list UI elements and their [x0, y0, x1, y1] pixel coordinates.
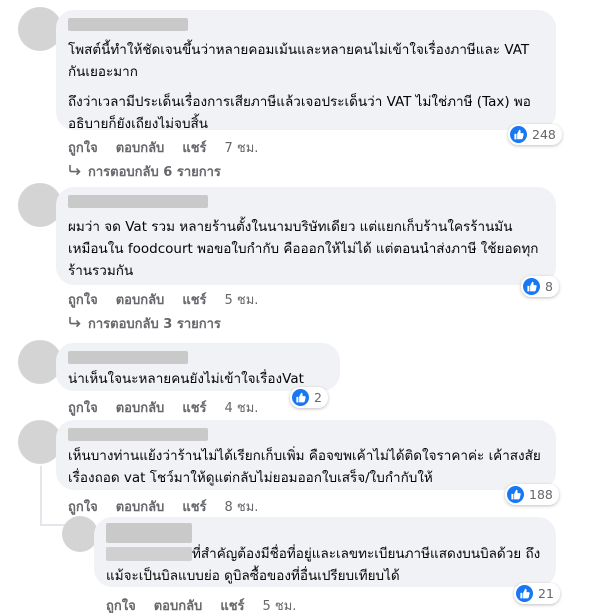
reaction-number: 188: [529, 487, 553, 502]
replies-count-label: การตอบกลับ 3 รายการ: [88, 317, 221, 332]
comment-text: โพสต์นี้ทำให้ชัดเจนขึ้นว่าหลายคอมเม้นและ…: [68, 42, 530, 80]
reaction-count[interactable]: 8: [521, 276, 559, 297]
reaction-count[interactable]: 248: [508, 124, 562, 145]
redacted-author-name[interactable]: [68, 428, 208, 441]
timestamp[interactable]: 7 ชม.: [225, 137, 259, 158]
view-replies-link[interactable]: การตอบกลับ 3 รายการ: [68, 313, 221, 334]
reaction-count[interactable]: 2: [290, 387, 328, 408]
like-button[interactable]: ถูกใจ: [68, 397, 98, 418]
like-thumb-icon: [516, 585, 533, 602]
reaction-count[interactable]: 21: [514, 583, 560, 604]
comment-text: เห็นบางท่านแย้งว่าร้านไม่ได้เรียกเก็บเพิ…: [68, 448, 541, 486]
like-button[interactable]: ถูกใจ: [68, 496, 98, 517]
reply-button[interactable]: ตอบกลับ: [116, 397, 165, 418]
comment-text: ผมว่า จด Vat รวม หลายร้านตั้งในนามบริษัท…: [68, 219, 539, 279]
reaction-count[interactable]: 188: [505, 484, 559, 505]
comment-bubble: ที่สำคัญต้องมีชื่อที่อยู่และเลขทะเบียนภา…: [94, 517, 556, 587]
comment-text: ที่สำคัญต้องมีชื่อที่อยู่และเลขทะเบียนภา…: [106, 546, 541, 584]
comment-text: ถึงว่าเวลามีประเด็นเรื่องการเสียภาษีแล้ว…: [68, 94, 531, 132]
share-button[interactable]: แชร์: [182, 289, 206, 310]
reply-arrow-icon: [68, 164, 82, 180]
share-button[interactable]: แชร์: [182, 496, 206, 517]
comment-text: น่าเห็นใจนะหลายคนยังไม่เข้าใจเรื่องVat: [68, 371, 304, 387]
redacted-author-name[interactable]: [106, 523, 192, 543]
comment-actions: ถูกใจ ตอบกลับ แชร์ 7 ชม.: [68, 137, 258, 158]
like-button[interactable]: ถูกใจ: [68, 137, 98, 158]
share-button[interactable]: แชร์: [182, 397, 206, 418]
avatar[interactable]: [62, 516, 98, 552]
redacted-author-name[interactable]: [68, 351, 188, 364]
redacted-author-name[interactable]: [68, 195, 208, 208]
reply-button[interactable]: ตอบกลับ: [116, 496, 165, 517]
share-button[interactable]: แชร์: [220, 595, 244, 613]
reply-arrow-icon: [68, 316, 82, 332]
reaction-number: 248: [532, 127, 556, 142]
reply-button[interactable]: ตอบกลับ: [116, 137, 165, 158]
comment-actions: ถูกใจ ตอบกลับ แชร์ 4 ชม.: [68, 397, 258, 418]
like-thumb-icon: [523, 278, 540, 295]
like-thumb-icon: [292, 389, 309, 406]
comment-bubble: โพสต์นี้ทำให้ชัดเจนขึ้นว่าหลายคอมเม้นและ…: [56, 10, 556, 132]
share-button[interactable]: แชร์: [182, 137, 206, 158]
reply-button[interactable]: ตอบกลับ: [116, 289, 165, 310]
redacted-author-name[interactable]: [68, 18, 188, 31]
comment-bubble: ผมว่า จด Vat รวม หลายร้านตั้งในนามบริษัท…: [56, 187, 556, 285]
reaction-number: 8: [545, 279, 553, 294]
comment-actions: ถูกใจ ตอบกลับ แชร์ 5 ชม.: [68, 289, 258, 310]
reaction-number: 2: [314, 390, 322, 405]
timestamp[interactable]: 4 ชม.: [225, 397, 259, 418]
like-button[interactable]: ถูกใจ: [106, 595, 136, 613]
comment-actions: ถูกใจ ตอบกลับ แชร์ 8 ชม.: [68, 496, 258, 517]
timestamp[interactable]: 8 ชม.: [225, 496, 259, 517]
timestamp[interactable]: 5 ชม.: [263, 595, 297, 613]
view-replies-link[interactable]: การตอบกลับ 6 รายการ: [68, 161, 221, 182]
comment-actions: ถูกใจ ตอบกลับ แชร์ 5 ชม.: [106, 595, 296, 613]
like-thumb-icon: [507, 486, 524, 503]
comment-bubble: เห็นบางท่านแย้งว่าร้านไม่ได้เรียกเก็บเพิ…: [56, 420, 556, 490]
comment-bubble: น่าเห็นใจนะหลายคนยังไม่เข้าใจเรื่องVat: [56, 343, 340, 391]
like-button[interactable]: ถูกใจ: [68, 289, 98, 310]
timestamp[interactable]: 5 ชม.: [225, 289, 259, 310]
reply-button[interactable]: ตอบกลับ: [154, 595, 203, 613]
replies-count-label: การตอบกลับ 6 รายการ: [88, 165, 221, 180]
thread-connector: [40, 466, 42, 526]
like-thumb-icon: [510, 126, 527, 143]
reaction-number: 21: [538, 586, 554, 601]
